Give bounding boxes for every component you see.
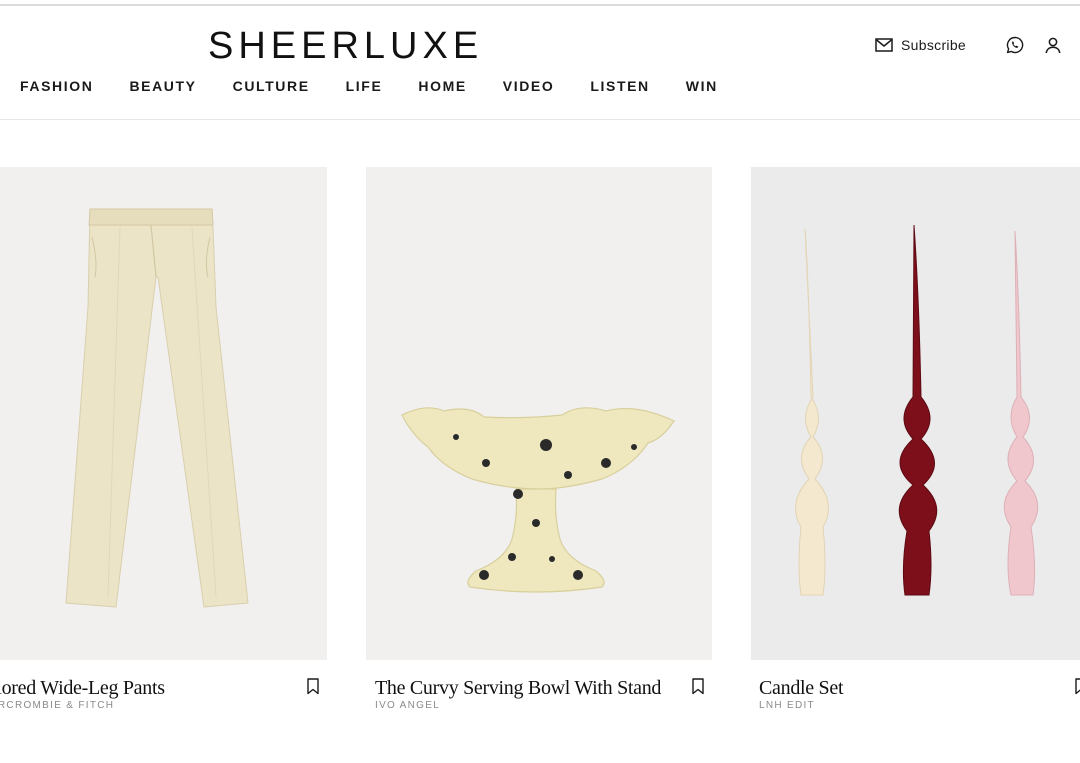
nav-item-home[interactable]: HOME <box>418 78 466 94</box>
nav-item-win[interactable]: WIN <box>686 78 718 94</box>
product-brand: ABERCROMBIE & FITCH <box>0 700 115 711</box>
nav-item-video[interactable]: VIDEO <box>503 78 555 94</box>
bookmark-icon[interactable] <box>1075 678 1080 695</box>
nav-item-listen[interactable]: LISTEN <box>590 78 649 94</box>
site-header: SHEERLUXE FASHION BEAUTY CULTURE LIFE HO… <box>0 6 1080 120</box>
nav-item-culture[interactable]: CULTURE <box>233 78 310 94</box>
bookmark-icon[interactable] <box>307 678 319 695</box>
product-brand: IVO ANGEL <box>375 700 441 711</box>
nav-item-fashion[interactable]: FASHION <box>20 78 93 94</box>
nav-item-life[interactable]: LIFE <box>346 78 383 94</box>
utility-bar: Subscribe <box>875 36 1062 54</box>
product-image[interactable] <box>0 167 327 660</box>
product-title[interactable]: The Curvy Serving Bowl With Stand <box>375 676 661 700</box>
whatsapp-icon[interactable] <box>1006 36 1024 54</box>
candles-illustration <box>795 224 1039 596</box>
subscribe-label: Subscribe <box>901 37 966 53</box>
main-nav: FASHION BEAUTY CULTURE LIFE HOME VIDEO L… <box>20 78 754 94</box>
site-logo[interactable]: SHEERLUXE <box>208 24 483 68</box>
pants-illustration <box>65 208 249 608</box>
mail-icon <box>875 38 893 52</box>
product-title[interactable]: Tailored Wide-Leg Pants <box>0 676 165 700</box>
subscribe-button[interactable]: Subscribe <box>875 37 966 53</box>
bookmark-icon[interactable] <box>692 678 704 695</box>
product-image[interactable] <box>366 167 712 660</box>
nav-item-beauty[interactable]: BEAUTY <box>129 78 196 94</box>
bowl-illustration <box>401 407 675 593</box>
product-image[interactable] <box>751 167 1080 660</box>
user-icon[interactable] <box>1044 36 1062 54</box>
product-title[interactable]: Candle Set <box>759 676 844 700</box>
product-brand: LNH EDIT <box>759 700 815 711</box>
